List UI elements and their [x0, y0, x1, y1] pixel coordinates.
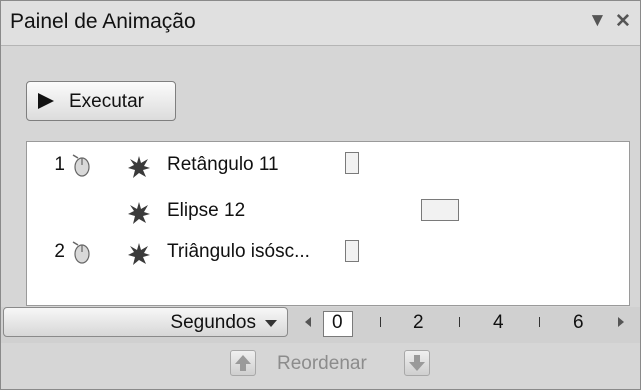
timeline-bar[interactable]: [345, 240, 359, 262]
timeline-scale-label: 6: [573, 312, 584, 333]
chevron-down-icon[interactable]: ▼: [588, 10, 607, 32]
close-icon[interactable]: ✕: [615, 10, 631, 33]
arrow-down-icon: [409, 355, 425, 371]
timeline-bar[interactable]: [345, 152, 359, 174]
reorder-bar: Reordenar: [1, 346, 640, 386]
animation-order-number: 2: [54, 241, 65, 262]
animation-item-name: Elipse 12: [167, 200, 246, 221]
effect-star-icon: [127, 201, 151, 230]
timeline-scale-label: 4: [493, 312, 504, 333]
time-unit-dropdown[interactable]: Segundos: [3, 307, 288, 337]
play-button[interactable]: Executar: [26, 81, 176, 121]
chevron-down-icon: [265, 320, 277, 327]
move-down-button[interactable]: [404, 350, 430, 376]
scroll-left-icon[interactable]: [305, 317, 311, 327]
play-button-label: Executar: [69, 91, 144, 112]
timeline-tick: [539, 317, 540, 327]
animation-item-3[interactable]: 2 Triângulo isósc...: [27, 235, 629, 271]
animation-item-1[interactable]: 1 Retângulo 11: [27, 148, 629, 184]
scroll-right-icon[interactable]: [618, 317, 624, 327]
mouse-click-icon: [70, 152, 92, 183]
effect-star-icon: [127, 155, 151, 184]
mouse-click-icon: [70, 239, 92, 270]
timeline-scale-label: 2: [413, 312, 424, 333]
effect-star-icon: [127, 242, 151, 271]
arrow-up-icon: [235, 355, 251, 371]
animation-item-2[interactable]: Elipse 12: [27, 194, 629, 230]
reorder-label: Reordenar: [277, 353, 367, 374]
pane-title: Painel de Animação: [10, 10, 196, 33]
animation-order-number: 1: [54, 154, 65, 175]
timeline-bar-area: Segundos 0 2 4 6: [1, 307, 640, 343]
animation-pane: Painel de Animação ▼ ✕ Executar 1 Retâng…: [0, 0, 641, 390]
timeline-scale-label: 0: [332, 312, 343, 333]
animation-list[interactable]: 1 Retângulo 11 Elipse 12 2 Triângulo isó…: [26, 141, 630, 306]
time-unit-label: Segundos: [170, 312, 256, 333]
play-icon: [38, 93, 54, 109]
timeline-tick: [380, 317, 381, 327]
pane-title-bar: Painel de Animação ▼ ✕: [1, 1, 640, 46]
animation-item-name: Triângulo isósc...: [167, 241, 310, 262]
timeline-tick: [459, 317, 460, 327]
move-up-button[interactable]: [230, 350, 256, 376]
animation-item-name: Retângulo 11: [167, 154, 279, 175]
timeline-bar[interactable]: [421, 199, 459, 221]
